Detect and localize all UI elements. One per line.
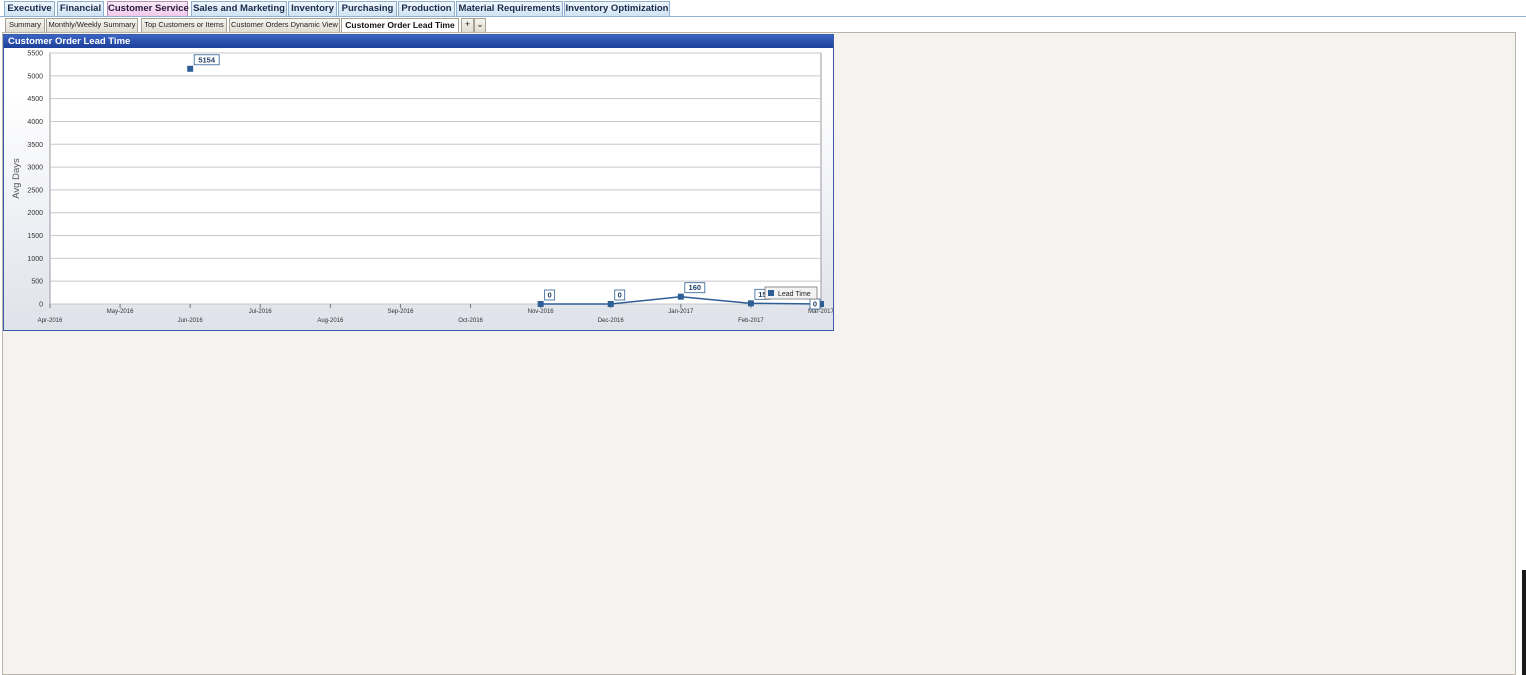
x-tick-label: Jun-2016 bbox=[178, 318, 204, 324]
y-tick-label: 1500 bbox=[27, 233, 43, 240]
view-tab-bar: Summary Monthly/Weekly Summary Top Custome… bbox=[0, 17, 1526, 33]
plot-area bbox=[49, 52, 822, 305]
data-point bbox=[677, 293, 684, 300]
y-tick-label: 4500 bbox=[27, 96, 43, 103]
data-point bbox=[187, 65, 194, 72]
y-tick-label: 4000 bbox=[27, 119, 43, 126]
data-label: 0 bbox=[813, 300, 817, 309]
data-point bbox=[537, 301, 544, 307]
y-axis-label: Avg Days bbox=[11, 158, 22, 199]
x-tick-label: Feb-2017 bbox=[738, 318, 764, 324]
view-tab-summary[interactable]: Summary bbox=[5, 18, 45, 32]
view-tab-customer-order-lead-time[interactable]: Customer Order Lead Time bbox=[341, 18, 459, 33]
module-tab-material-requirements[interactable]: Material Requirements bbox=[456, 1, 563, 16]
module-tab-inventory-optimization[interactable]: Inventory Optimization bbox=[564, 1, 670, 16]
x-tick-label: Dec-2016 bbox=[598, 318, 625, 324]
scrollbar-thumb[interactable] bbox=[1522, 570, 1526, 675]
lead-time-chart: 0 500 1000 1500 2000 2500 3000 3500 4000 4500 5000… bbox=[11, 51, 833, 325]
module-tab-bar: Executive Financial Customer Service Sales … bbox=[0, 0, 1526, 17]
panel-title: Customer Order Lead Time bbox=[4, 35, 833, 48]
data-label: 5154 bbox=[198, 55, 216, 64]
data-label: 0 bbox=[548, 291, 552, 300]
y-tick-label: 1000 bbox=[27, 256, 43, 263]
x-tick-label: Mar-2017 bbox=[808, 309, 833, 315]
view-tab-customer-orders-dynamic-view[interactable]: Customer Orders Dynamic View bbox=[229, 18, 340, 32]
y-tick-label: 2000 bbox=[27, 210, 43, 217]
chart-panel: Customer Order Lead Time 0 500 1000 1500 200… bbox=[3, 34, 834, 331]
data-label: 160 bbox=[689, 283, 702, 292]
module-tab-executive[interactable]: Executive bbox=[4, 1, 55, 16]
y-tick-label: 500 bbox=[31, 279, 43, 286]
y-tick-label: 5500 bbox=[27, 51, 43, 58]
x-tick-label: Jan-2017 bbox=[668, 309, 694, 315]
legend-marker bbox=[768, 290, 774, 296]
y-tick-label: 3000 bbox=[27, 165, 43, 172]
module-tab-sales-and-marketing[interactable]: Sales and Marketing bbox=[191, 1, 287, 16]
add-view-button[interactable]: + bbox=[461, 18, 474, 32]
x-tick-label: Aug-2016 bbox=[317, 318, 344, 324]
y-tick-label: 0 bbox=[39, 302, 43, 309]
module-tab-production[interactable]: Production bbox=[398, 1, 455, 16]
module-tab-inventory[interactable]: Inventory bbox=[288, 1, 337, 16]
view-menu-chevron-icon[interactable]: ⌄ bbox=[474, 18, 486, 32]
module-tab-customer-service[interactable]: Customer Service bbox=[107, 1, 189, 16]
module-tab-financial[interactable]: Financial bbox=[57, 1, 104, 16]
view-tab-monthly-weekly-summary[interactable]: Monthly/Weekly Summary bbox=[46, 18, 138, 32]
data-point bbox=[747, 300, 754, 307]
x-tick-label: Jul-2016 bbox=[249, 309, 273, 315]
x-tick-label: Oct-2016 bbox=[458, 318, 483, 324]
x-tick-label: Nov-2016 bbox=[528, 309, 555, 315]
y-tick-label: 3500 bbox=[27, 142, 43, 149]
x-tick-label: May-2016 bbox=[107, 309, 134, 315]
legend-label: Lead Time bbox=[778, 291, 811, 298]
y-tick-label: 2500 bbox=[27, 187, 43, 194]
x-tick-label: Sep-2016 bbox=[387, 309, 414, 315]
data-point bbox=[607, 301, 614, 307]
module-tab-purchasing[interactable]: Purchasing bbox=[338, 1, 397, 16]
view-tab-top-customers-or-items[interactable]: Top Customers or Items bbox=[141, 18, 227, 32]
x-tick-label: Apr-2016 bbox=[38, 318, 63, 324]
data-label: 0 bbox=[618, 291, 622, 300]
y-tick-label: 5000 bbox=[27, 73, 43, 80]
